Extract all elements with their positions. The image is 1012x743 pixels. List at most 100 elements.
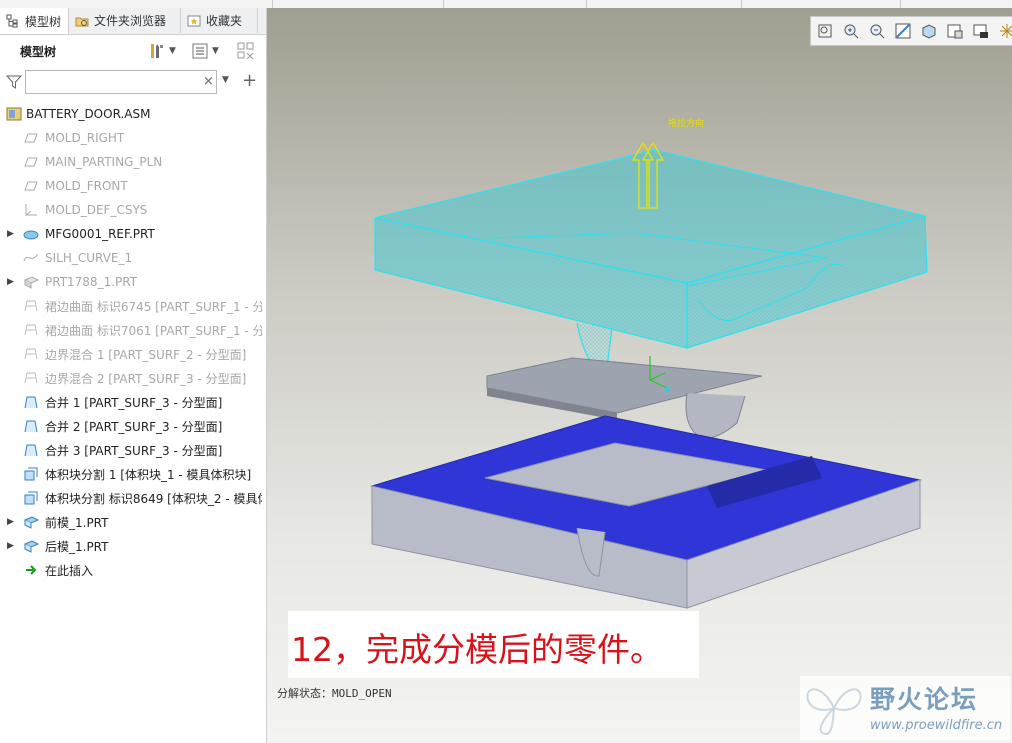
tab-label: 模型树	[25, 14, 62, 29]
assembly-icon	[6, 107, 22, 121]
part-icon	[23, 276, 39, 289]
tools-icon	[151, 44, 163, 58]
mold-part-icon	[23, 516, 39, 529]
expand-arrow-icon[interactable]: ▶	[7, 277, 17, 287]
tree-node-label: 体积块分割 1 [体积块_1 - 模具体积块]	[45, 467, 252, 482]
tree-node[interactable]: 边界混合 2 [PART_SURF_3 - 分型面]	[0, 366, 262, 390]
tree-node[interactable]: 体积块分割 1 [体积块_1 - 模具体积块]	[0, 462, 262, 486]
tree-node-label: 合并 1 [PART_SURF_3 - 分型面]	[45, 395, 223, 410]
tree-node-label: 边界混合 2 [PART_SURF_3 - 分型面]	[45, 371, 247, 386]
repaint-icon[interactable]	[894, 22, 912, 40]
list-icon	[192, 43, 208, 59]
core-block	[370, 415, 922, 609]
surface-icon	[24, 300, 38, 312]
curve-icon	[23, 253, 39, 262]
tree-node[interactable]: MOLD_RIGHT	[0, 126, 262, 150]
tree-node[interactable]: 裙边曲面 标识6745 [PART_SURF_1 - 分型	[0, 294, 262, 318]
tree-node[interactable]: 合并 1 [PART_SURF_3 - 分型面]	[0, 390, 262, 414]
tree-node[interactable]: ▶ 后模_1.PRT	[0, 534, 262, 558]
panel-title: 模型树	[20, 45, 57, 59]
tree-node[interactable]: 体积块分割 标识8649 [体积块_2 - 模具体	[0, 486, 262, 510]
tab-model-tree[interactable]: 模型树	[0, 8, 69, 34]
refit-icon[interactable]	[816, 22, 834, 40]
tree-node-label: MFG0001_REF.PRT	[45, 227, 155, 241]
tree-node[interactable]: ▶ MFG0001_REF.PRT	[0, 222, 262, 246]
tree-node-label: 裙边曲面 标识7061 [PART_SURF_1 - 分型	[45, 323, 262, 338]
datum-plane-icon	[24, 133, 38, 143]
tree-node-label: 合并 2 [PART_SURF_3 - 分型面]	[45, 419, 223, 434]
tree-node-label: 后模_1.PRT	[45, 539, 109, 554]
expand-arrow-icon[interactable]: ▶	[7, 517, 17, 527]
tree-node[interactable]: 边界混合 1 [PART_SURF_2 - 分型面]	[0, 342, 262, 366]
folder-browser-icon	[75, 17, 89, 26]
tree-node-label: 前模_1.PRT	[45, 515, 109, 530]
tree-node[interactable]: ▶ PRT1788_1.PRT	[0, 270, 262, 294]
tree-node-label: SILH_CURVE_1	[45, 251, 133, 265]
tree-node-label: 在此插入	[45, 563, 94, 578]
merge-icon	[24, 444, 38, 457]
pull-direction-label: 拖拉方向	[668, 117, 704, 129]
tree-node[interactable]: SILH_CURVE_1	[0, 246, 262, 270]
add-filter-icon[interactable]: +	[242, 70, 257, 91]
tree-node-label: MOLD_RIGHT	[45, 131, 125, 145]
chevron-down-icon: ▼	[212, 46, 219, 56]
tab-label: 文件夹浏览器	[94, 14, 167, 28]
tree-node-label: BATTERY_DOOR.ASM	[26, 107, 151, 121]
spin-center-icon[interactable]	[998, 22, 1012, 40]
annotation-note: 12，完成分模后的零件。	[288, 611, 699, 678]
tree-toolbar: 模型树 ▼ ▼	[0, 35, 266, 65]
tree-node[interactable]: MOLD_DEF_CSYS	[0, 198, 262, 222]
view-manager-icon[interactable]	[972, 22, 990, 40]
tree-node[interactable]: BATTERY_DOOR.ASM	[0, 102, 262, 126]
mold-part-icon	[23, 540, 39, 553]
tree-settings-button[interactable]: ▼	[148, 41, 176, 61]
cavity-wireframe	[374, 149, 928, 370]
tree-node[interactable]: 裙边曲面 标识7061 [PART_SURF_1 - 分型	[0, 318, 262, 342]
insert-arrow-icon	[26, 565, 37, 575]
merge-icon	[24, 420, 38, 433]
graphics-viewport[interactable]: 拖拉方向 12，完成分模后的零件。 分解状态：MOLD_OPEN 野火论坛 ww…	[267, 8, 1012, 743]
tree-search-input[interactable]	[25, 70, 217, 94]
tab-label: 收藏夹	[206, 14, 243, 28]
datum-plane-icon	[24, 157, 38, 167]
tree-node[interactable]: 合并 3 [PART_SURF_3 - 分型面]	[0, 438, 262, 462]
expand-arrow-icon[interactable]: ▶	[7, 541, 17, 551]
surface-icon	[24, 324, 38, 336]
tree-node-label: 合并 3 [PART_SURF_3 - 分型面]	[45, 443, 223, 458]
surface-icon	[24, 348, 38, 360]
annotation-text: 12，完成分模后的零件。	[291, 630, 663, 669]
surface-icon	[24, 372, 38, 384]
volume-split-icon	[24, 467, 38, 481]
tab-favorites[interactable]: 收藏夹	[181, 8, 258, 33]
reference-part-icon	[23, 230, 39, 240]
zoom-in-icon[interactable]	[842, 22, 860, 40]
grid-filter-icon	[237, 42, 254, 60]
tree-node-label: PRT1788_1.PRT	[45, 275, 138, 289]
tree-node-label: MOLD_FRONT	[45, 179, 128, 193]
filter-funnel-icon[interactable]	[6, 74, 22, 90]
model-tree-icon	[6, 14, 18, 28]
tree-node[interactable]: 在此插入	[0, 558, 262, 582]
watermark-url: www.proewildfire.cn	[870, 718, 1003, 733]
tree-node[interactable]: 合并 2 [PART_SURF_3 - 分型面]	[0, 414, 262, 438]
tree-node[interactable]: ▶ 前模_1.PRT	[0, 510, 262, 534]
volume-split-icon	[24, 491, 38, 505]
datum-plane-icon	[24, 181, 38, 191]
watermark-title: 野火论坛	[870, 685, 979, 714]
tree-node-label: MAIN_PARTING_PLN	[45, 155, 163, 169]
tree-search-bar: × ▼ +	[0, 68, 266, 98]
merge-icon	[24, 396, 38, 409]
tree-node-label: MOLD_DEF_CSYS	[45, 203, 148, 217]
explode-state-label: 分解状态：MOLD_OPEN	[277, 687, 392, 700]
expand-arrow-icon[interactable]: ▶	[7, 229, 17, 239]
tree-show-button[interactable]: ▼	[192, 41, 219, 61]
display-style-icon[interactable]	[920, 22, 938, 40]
saved-views-icon[interactable]	[946, 22, 964, 40]
zoom-out-icon[interactable]	[868, 22, 886, 40]
clear-search-icon[interactable]: ×	[203, 74, 214, 89]
tab-folder-browser[interactable]: 文件夹浏览器	[69, 8, 181, 33]
tree-node[interactable]: MAIN_PARTING_PLN	[0, 150, 262, 174]
tree-node[interactable]: MOLD_FRONT	[0, 174, 262, 198]
tree-filter-toggle-button[interactable]	[236, 41, 256, 61]
chevron-down-icon[interactable]: ▼	[222, 75, 229, 85]
